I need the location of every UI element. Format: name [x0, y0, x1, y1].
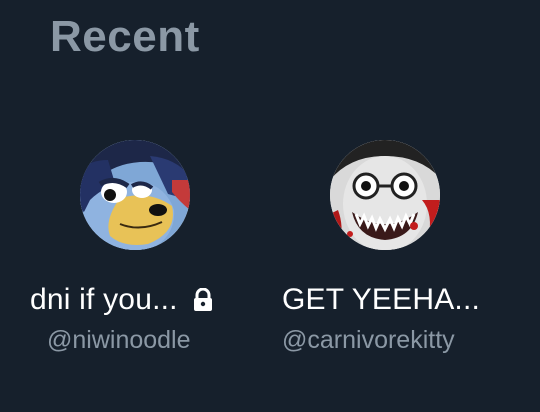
- account-handle: @niwinoodle: [47, 326, 191, 354]
- account-display-name: GET YEEHA...: [282, 283, 481, 316]
- lock-icon: [192, 287, 214, 312]
- account-name-row: GET YEEHA...: [282, 280, 502, 320]
- account-display-name: dni if you...: [30, 283, 178, 316]
- horror-face-avatar-icon: [330, 140, 440, 250]
- recent-heading: Recent: [50, 12, 200, 61]
- recent-account-card[interactable]: dni if you... @niwinoodle: [20, 140, 250, 360]
- cartoon-dog-avatar-icon: [80, 140, 190, 250]
- account-name-row: dni if you...: [30, 280, 250, 320]
- avatar[interactable]: [80, 140, 190, 250]
- avatar[interactable]: [330, 140, 440, 250]
- recent-account-card[interactable]: GET YEEHA... @carnivorekitty: [270, 140, 500, 360]
- account-handle: @carnivorekitty: [282, 326, 455, 354]
